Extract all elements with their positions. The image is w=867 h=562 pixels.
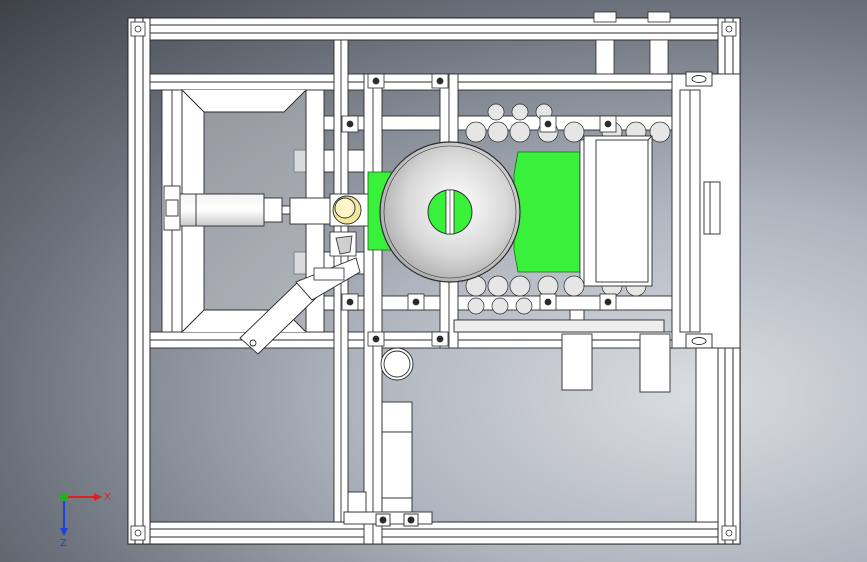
lower-column (343, 347, 433, 527)
cad-viewport[interactable]: X Z (0, 0, 867, 562)
rotary-disc (379, 141, 521, 283)
lower-cylinders (453, 309, 671, 393)
x-axis-label: X (104, 492, 111, 503)
coordinate-triad: X Z (60, 492, 111, 549)
cover-box (583, 135, 653, 287)
z-axis-label: Z (60, 538, 67, 549)
assembly-model[interactable]: X Z (0, 0, 867, 562)
right-side-box (671, 71, 741, 349)
